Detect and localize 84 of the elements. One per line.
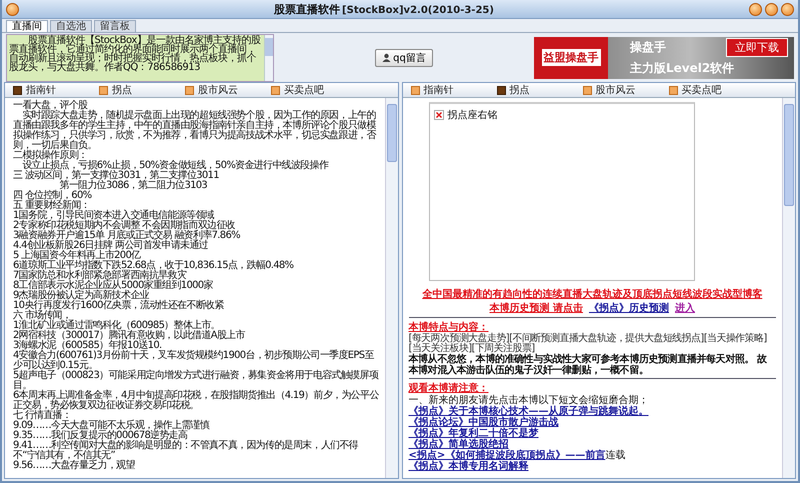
broadcast-line: 6道琼斯工业平均指数下跌52.68点，收于10,836.15点，跌幅0.48% <box>13 261 294 271</box>
checkbox-icon[interactable] <box>582 86 592 94</box>
broadcast-line: 9.35……我们反复提示的000678逆势走高 <box>13 431 188 441</box>
article-link[interactable]: <拐点>《如何捕捉波段底顶拐点》——前言 <box>408 450 606 461</box>
history-link[interactable]: 《拐点》历史预测 <box>588 301 669 315</box>
window-title: 股票直播软件 <box>274 2 340 16</box>
scrollbar[interactable] <box>782 98 795 478</box>
blog-headline: 全中国最精准的有趋向性的连续直播大盘轨迹及顶底拐点短线波段实战型博客 <box>422 287 762 301</box>
maximize-button[interactable] <box>765 2 778 16</box>
close-button[interactable] <box>781 2 794 16</box>
broadcast-line: 4.4创业板新股26日挂牌 两公司首发申请未通过 <box>13 241 210 251</box>
ad-brand: 益盟操盘手 <box>542 49 600 66</box>
tab[interactable]: 自选池 <box>50 20 92 32</box>
tab[interactable]: 留言板 <box>94 20 136 32</box>
broadcast-line: 9.41……利空传闻对大盘的影响是明显的：不管真不真，因为传的是周末，人们不得不“宁信其有，不信其无” <box>13 441 360 461</box>
notice-text: 一、新来的朋友请先点击本博以下短文会缩短磨合期； <box>408 395 648 406</box>
broadcast-line: 一看大盘，评个股 <box>13 101 88 111</box>
serial-note: 连载 <box>605 450 626 461</box>
person-icon <box>382 53 392 62</box>
broadcast-line: 10央行再度发行1600亿央票，流动性还在不断收紧 <box>13 301 225 311</box>
toolbar-label[interactable]: 股市风云 <box>596 83 636 97</box>
broadcast-line: 3融资融券开户逾15单 月底或正式交易 融资利率7.86% <box>13 231 241 241</box>
broadcast-line: 五 重要财经新闻： <box>13 201 90 211</box>
toolbar-label[interactable]: 指南针 <box>26 83 56 97</box>
checkbox-icon[interactable] <box>496 86 506 94</box>
broadcast-line: 8工信部表示水泥企业应从5000家重组到1000家 <box>13 281 214 291</box>
article-link[interactable]: 《拐点论坛》中国股市散户游击战 <box>408 417 558 428</box>
ad-edition: 主力版Level2软件 <box>630 60 736 77</box>
broadcast-line: 9杰瑞股份被认定为高新技术企业 <box>13 291 150 301</box>
broadcast-line: 9.56……大盘存量乏力，观望 <box>13 461 136 471</box>
section-title: 观看本博请注意： <box>408 381 488 394</box>
broadcast-line: 7国家防总和水利部紧急部署西南抗旱救灾 <box>13 271 186 281</box>
ad-banner[interactable]: 益盟操盘手 操盘手 立即下载 主力版Level2软件 <box>534 36 794 78</box>
broadcast-line: 实时跟踪大盘走势，随机提示盘面上出现的超短线强势个股，因为工作的原因，上午的直播由跟我多年的学生主持，中午的直播由股海指南针亲自主持，本博所评论个股只做模拟操作练习，只供学习，欣赏，不为推荐，看博只为提高技战术水平，切忌实盘跟进，否则，一切后果自负。 <box>13 111 378 151</box>
minimize-button[interactable] <box>749 2 762 16</box>
checkbox-icon[interactable] <box>13 86 22 94</box>
checkbox-icon[interactable] <box>668 86 678 94</box>
history-text: 本博历史预测 请点击 <box>490 302 583 315</box>
toolbar-label[interactable]: 拐点 <box>112 83 132 97</box>
article-link[interactable]: 《拐点》本博专用名词解释 <box>408 461 528 472</box>
broadcast-line: 七 行情直播： <box>13 411 72 421</box>
broadcast-line: 三 波动区间，第一支撑位3031，第二支撑位3011 <box>13 171 220 181</box>
article-link[interactable]: 《拐点》简单选股绝招 <box>408 439 508 450</box>
broadcast-line: 四 仓位控制，60% <box>13 191 92 201</box>
version-label: [StockBox]v2.0(2010-3-25) <box>342 4 494 16</box>
scrollbar[interactable] <box>264 34 273 80</box>
toolbar-label[interactable]: 股市风云 <box>198 83 238 97</box>
features-text: [每天两次预测大盘走势][不间断预测直播大盘轨迹，提供大盘短线拐点][当天操作策略][当天关注板块][下周关注股票] <box>408 334 768 354</box>
toolbar-label[interactable]: 指南针 <box>424 83 454 97</box>
toolbar-label[interactable]: 拐点 <box>510 83 530 97</box>
broadcast-line: 1淮北矿业或通过雷鸣科化（600985）整体上市。 <box>13 321 220 331</box>
broadcast-line: 2专家称印花税短期内不会调整 不会因期指而双边征收 <box>13 221 236 231</box>
scrollbar[interactable] <box>384 98 398 478</box>
broken-image-icon <box>434 110 444 120</box>
intro-text-area[interactable]: 股票直播软件【StockBox】是一款由名家博主支持的股票直播软件，它通过简约化的界面能同时展示两个直播间，自动刷新且滚动呈现；时时把握实时行情，热点板块，抓个股龙头，与大盘共舞。作者QQ：786586913 <box>6 34 274 82</box>
tab[interactable]: 直播间 <box>6 20 48 32</box>
app-icon <box>6 2 19 16</box>
broadcast-line: 5 上海国资今年料再上市200亿 <box>13 251 141 261</box>
broadcast-line: 第一阻力位3086，第二阻力位3103 <box>60 181 208 191</box>
checkbox-icon[interactable] <box>271 86 280 94</box>
toolbar-label[interactable]: 买卖点吧 <box>284 83 324 97</box>
broadcast-line: 6本周末再上调准备金率，4月中旬提高印花税，在股指期货推出（4.19）前夕，为公平公正交易，势必恢复双边征收证券交易印花税。 <box>13 391 380 411</box>
broadcast-line: 设立止损点，亏损6%止损，50%资金做短线，50%资金进行中线波段操作 <box>22 161 330 171</box>
article-link[interactable]: 《拐点》年复利二十倍不是梦 <box>408 428 538 439</box>
broadcast-line: 4安徽合力(600761)3月份前十天，叉车发货规模约1900台，初步预期公司一季度EPS至少可以达到0.15元。 <box>13 351 374 371</box>
checkbox-icon[interactable] <box>410 86 420 94</box>
download-button[interactable]: 立即下载 <box>726 38 788 57</box>
section-title: 本博特点与内容： <box>408 320 488 333</box>
checkbox-icon[interactable] <box>99 86 108 94</box>
broadcast-line: 3海螺水泥（600585）年报10送10. <box>13 341 162 351</box>
checkbox-icon[interactable] <box>185 86 194 94</box>
statement-text: 本博从不忽悠，本博的准确性与实战性大家可参考本博历史预测直播并每天对照。 故本博对混入本游击队伍的鬼子汉奸一律删贴，一概不留。 <box>408 354 768 376</box>
broadcast-line: 9.09……今天大盘可能不太乐观，操作上需谨慎 <box>13 421 210 431</box>
broadcast-line: 二模拟操作原则： <box>13 151 88 161</box>
broadcast-line: 5超声电子（000823）可能采用定向增发方式进行融资，募集资金将用于电容式触摸屏项目。 <box>13 371 378 391</box>
qq-message-button[interactable]: qq留言 <box>375 48 433 66</box>
broadcast-line: 2网宿科技（300017）腾讯有意收购，以此借道A股上市 <box>13 331 246 341</box>
broadcast-line: 1国务院，引导民间资本进入交通电信能源等领域 <box>13 211 214 221</box>
ad-product: 操盘手 <box>630 39 666 56</box>
image-alt-text: 拐点座右铭 <box>447 108 498 122</box>
article-link[interactable]: 《拐点》关于本博核心技术——从原子弹与跳舞说起。 <box>408 406 648 417</box>
broadcast-line: 六 市场传闻， <box>13 311 72 321</box>
toolbar-label[interactable]: 买卖点吧 <box>682 83 722 97</box>
enter-link[interactable]: 进入 <box>674 301 695 315</box>
